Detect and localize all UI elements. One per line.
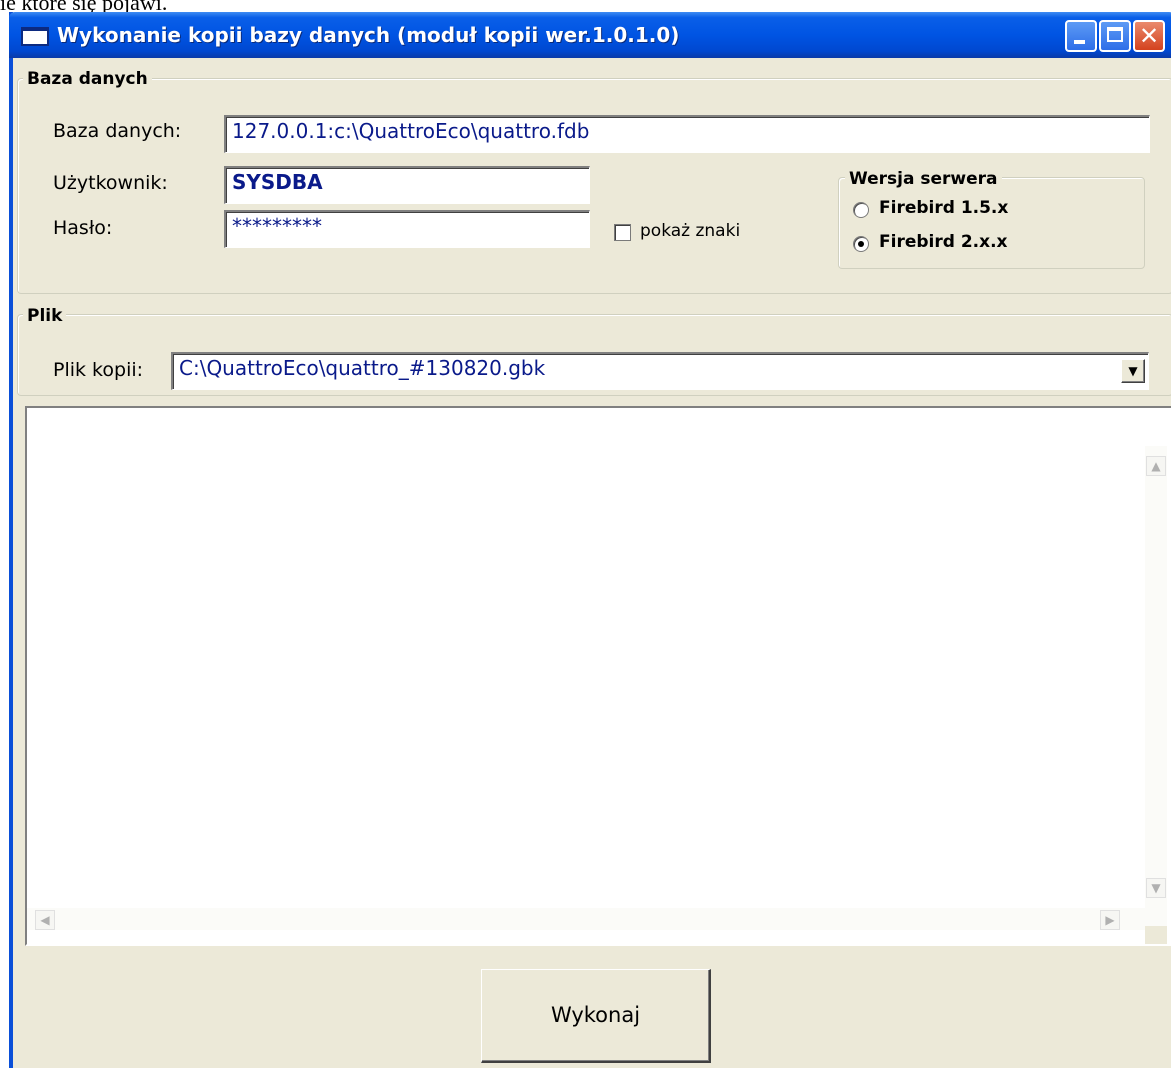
user-label: Użytkownik: bbox=[53, 172, 168, 194]
log-output-area[interactable] bbox=[25, 406, 1171, 946]
password-label: Hasło: bbox=[53, 217, 113, 239]
title-bar[interactable]: Wykonanie kopii bazy danych (moduł kopii… bbox=[9, 12, 1171, 58]
scrollbar-corner bbox=[1145, 926, 1167, 944]
file-group-legend: Plik bbox=[23, 306, 67, 326]
backup-file-label: Plik kopii: bbox=[53, 359, 144, 381]
minimize-icon bbox=[1074, 40, 1085, 44]
execute-button[interactable]: Wykonaj bbox=[481, 969, 711, 1063]
user-input[interactable]: SYSDBA bbox=[224, 166, 590, 204]
horizontal-scrollbar[interactable] bbox=[27, 908, 1145, 930]
firebird-2-radio[interactable] bbox=[853, 236, 869, 252]
scroll-down-icon[interactable]: ▼ bbox=[1146, 878, 1166, 898]
backup-dialog-window: Wykonanie kopii bazy danych (moduł kopii… bbox=[9, 12, 1171, 1068]
firebird-15-label[interactable]: Firebird 1.5.x bbox=[879, 198, 1008, 218]
server-version-group bbox=[838, 177, 1145, 269]
minimize-button[interactable] bbox=[1065, 20, 1097, 52]
window-app-icon bbox=[21, 27, 49, 46]
vertical-scrollbar[interactable] bbox=[1145, 446, 1167, 926]
show-chars-checkbox[interactable] bbox=[614, 224, 631, 241]
window-title: Wykonanie kopii bazy danych (moduł kopii… bbox=[57, 23, 680, 47]
firebird-15-radio[interactable] bbox=[853, 202, 869, 218]
password-input[interactable]: ********* bbox=[224, 210, 590, 248]
maximize-button[interactable] bbox=[1099, 20, 1131, 52]
close-icon: ✕ bbox=[1138, 22, 1160, 50]
database-label: Baza danych: bbox=[53, 120, 182, 142]
maximize-icon bbox=[1107, 27, 1123, 42]
show-chars-label[interactable]: pokaż znaki bbox=[640, 221, 740, 241]
scroll-right-icon[interactable]: ▶ bbox=[1100, 910, 1120, 930]
scroll-up-icon[interactable]: ▲ bbox=[1146, 456, 1166, 476]
database-group-legend: Baza danych bbox=[23, 69, 152, 89]
server-version-legend: Wersja serwera bbox=[845, 169, 1002, 189]
database-path-input[interactable]: 127.0.0.1:c:\QuattroEco\quattro.fdb bbox=[224, 115, 1150, 153]
firebird-2-label[interactable]: Firebird 2.x.x bbox=[879, 232, 1008, 252]
chevron-down-icon[interactable]: ▼ bbox=[1121, 359, 1145, 383]
close-button[interactable]: ✕ bbox=[1133, 20, 1165, 52]
scroll-left-icon[interactable]: ◀ bbox=[35, 910, 55, 930]
backup-file-combobox[interactable]: C:\QuattroEco\quattro_#130820.gbk bbox=[171, 352, 1149, 390]
